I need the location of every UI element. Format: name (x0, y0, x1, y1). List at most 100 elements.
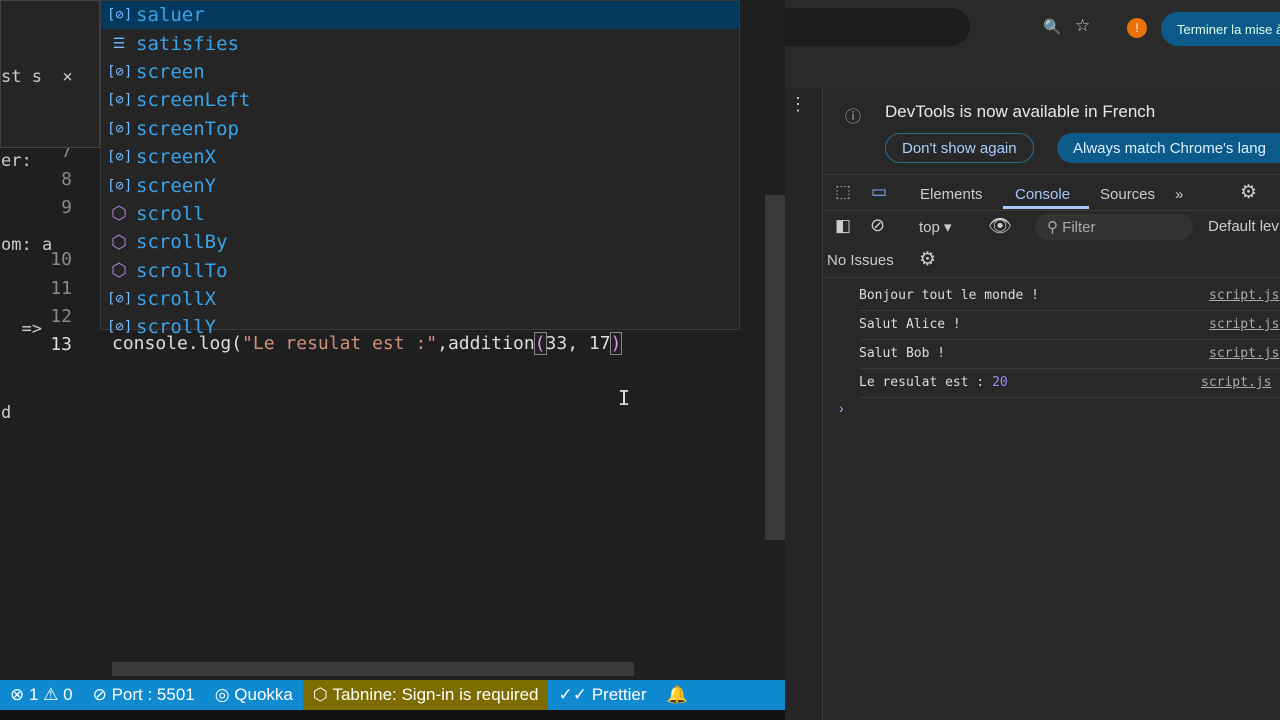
context-selector[interactable]: top ▾ (919, 218, 952, 236)
devtools-panel: ⓘ DevTools is now available in French Do… (822, 88, 1280, 720)
tooltip-line: st s × (1, 67, 73, 87)
update-button[interactable]: Terminer la mise à (1161, 12, 1280, 46)
divider (859, 339, 1280, 340)
variable-icon: [⊘] (107, 63, 133, 80)
sidebar-toggle-icon[interactable]: ◧ (835, 216, 851, 236)
keyword-icon: ☰ (112, 35, 126, 52)
variable-icon: [⊘] (107, 149, 133, 166)
suggestion-label: screenTop (136, 117, 239, 140)
suggestion-item[interactable]: [⊘] screenTop (101, 115, 739, 143)
more-tabs-icon[interactable]: » (1175, 186, 1183, 203)
message-text: Bonjour tout le monde ! (859, 288, 1040, 303)
suggestion-label: screenLeft (136, 89, 251, 112)
suggestion-item[interactable]: ⬡ scrollBy (101, 228, 739, 256)
suggestion-label: screen (136, 60, 205, 83)
suggestion-label: screenY (136, 174, 217, 197)
browser-window: 🔍 ☆ ! Terminer la mise à ⋮ ⓘ DevTools is… (785, 0, 1280, 720)
divider (859, 368, 1280, 369)
method-icon: ⬡ (111, 231, 127, 253)
inspect-element-icon[interactable]: ⬚ (835, 182, 851, 202)
suggestion-label: scroll (136, 202, 205, 225)
message-value: 20 (992, 375, 1008, 390)
suggestion-item[interactable]: [⊘] screenY (101, 171, 739, 199)
suggestion-label: scrollTo (136, 259, 228, 282)
horizontal-scrollbar[interactable] (112, 662, 634, 676)
tabnine-status[interactable]: ⬡ Tabnine: Sign-in is required (302, 680, 549, 710)
tabnine-label: Tabnine: Sign-in is required (332, 685, 539, 704)
port-label: Port : 5501 (111, 685, 195, 704)
info-icon: ⓘ (845, 109, 862, 126)
console-settings-icon[interactable]: ⚙ (919, 248, 936, 271)
divider (859, 397, 1280, 398)
tab-elements[interactable]: Elements (920, 186, 983, 203)
suggestion-item[interactable]: ⬡ scrollTo (101, 257, 739, 285)
suggestion-item[interactable]: [⊘] saluer (101, 1, 739, 30)
always-match-button[interactable]: Always match Chrome's lang (1057, 133, 1280, 163)
kebab-menu-icon[interactable]: ⋮ (789, 94, 807, 115)
tooltip-line: d (1, 403, 12, 423)
suggestion-label: scrollBy (136, 231, 228, 254)
suggestion-label: satisfies (136, 32, 239, 55)
bookmark-star-icon[interactable]: ☆ (1075, 16, 1090, 36)
source-link[interactable]: script.js (1209, 288, 1279, 303)
vertical-scrollbar[interactable] (765, 195, 785, 540)
variable-icon: [⊘] (107, 120, 133, 137)
console-message: Bonjour tout le monde ! (859, 288, 1039, 303)
active-tab-indicator (1003, 206, 1089, 209)
address-bar[interactable]: 🔍 ☆ (785, 8, 1090, 46)
live-server-port[interactable]: ⊘ Port : 5501 (83, 680, 205, 710)
console-prompt-icon[interactable]: › (839, 400, 844, 416)
source-link[interactable]: script.js (1209, 317, 1279, 332)
method-icon: ⬡ (111, 203, 127, 225)
tab-sources[interactable]: Sources (1100, 186, 1155, 203)
tooltip-line: => (1, 319, 42, 339)
suggestion-item[interactable]: [⊘] screenLeft (101, 86, 739, 114)
tab-console[interactable]: Console (1015, 186, 1070, 203)
taskbar (0, 710, 785, 720)
prettier-label: Prettier (591, 685, 647, 704)
zoom-icon[interactable]: 🔍 (1043, 18, 1062, 36)
status-bar: ⊗ 1 ⚠ 0 ⊘ Port : 5501 ◎ Quokka ⬡ Tabnine… (0, 680, 785, 710)
tooltip-line: er: (1, 151, 32, 171)
device-toggle-icon[interactable]: ▭ (871, 182, 887, 202)
variable-icon: [⊘] (107, 7, 133, 24)
variable-icon: [⊘] (107, 177, 133, 194)
suggestion-item[interactable]: [⊘] scrollY (101, 313, 739, 341)
autocomplete-list[interactable]: [⊘] saluer ☰ satisfies [⊘] screen [⊘] screenLef… (100, 0, 740, 338)
log-levels-dropdown[interactable]: Default lev (1208, 218, 1279, 235)
suggestion-item[interactable]: [⊘] screenX (101, 143, 739, 171)
variable-icon: [⊘] (107, 291, 133, 308)
suggestion-label: scrollX (136, 288, 217, 311)
text-cursor-icon: I (618, 386, 631, 410)
eye-icon[interactable]: 👁 (988, 214, 1012, 238)
language-banner: DevTools is now available in French (885, 102, 1156, 121)
prettier-button[interactable]: ✓✓ Prettier (548, 680, 656, 710)
suggestion-label: saluer (136, 4, 205, 27)
message-text: Salut Alice ! (859, 317, 961, 332)
settings-gear-icon[interactable]: ⚙ (1240, 181, 1257, 204)
issues-link[interactable]: No Issues (827, 252, 894, 269)
suggestion-item[interactable]: ☰ satisfies (101, 29, 739, 57)
problems-indicator[interactable]: ⊗ 1 ⚠ 0 (0, 680, 83, 710)
suggestion-label: screenX (136, 146, 217, 169)
message-text: Le resulat est : (859, 375, 993, 390)
dont-show-again-button[interactable]: Don't show again (885, 133, 1034, 163)
code-editor[interactable]: 7 8 9 10 11 12 13 console.log("Le resula… (0, 0, 785, 680)
source-link[interactable]: script.js (1201, 375, 1271, 390)
method-icon: ⬡ (111, 260, 127, 282)
console-message: Salut Alice ! (859, 317, 961, 332)
console-message: Salut Bob ! (859, 346, 945, 361)
profile-avatar[interactable]: ! (1127, 18, 1147, 38)
filter-input[interactable]: ⚲ Filter (1035, 214, 1193, 240)
console-message: Le resulat est : 20 (859, 375, 1008, 390)
variable-icon: [⊘] (107, 92, 133, 109)
source-link[interactable]: script.js (1209, 346, 1279, 361)
suggestion-item[interactable]: [⊘] screen (101, 58, 739, 86)
suggestion-item[interactable]: [⊘] scrollX (101, 285, 739, 313)
clear-console-icon[interactable]: ⊘ (870, 215, 885, 236)
tooltip-line: om: a (1, 235, 53, 255)
suggestion-item[interactable]: ⬡ scroll (101, 200, 739, 228)
divider (859, 310, 1280, 311)
bell-icon[interactable]: 🔔 (657, 680, 698, 710)
quokka-button[interactable]: ◎ Quokka (205, 680, 303, 710)
